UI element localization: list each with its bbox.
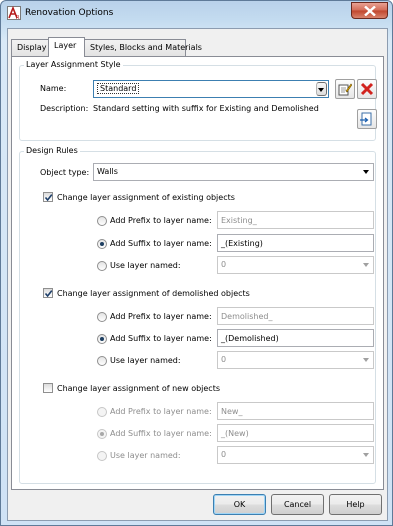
existing-suffix-label[interactable]: Add Suffix to layer name: <box>110 239 212 248</box>
new-prefix-label[interactable]: Add Prefix to layer name: <box>110 407 212 416</box>
new-suffix-value: _(New) <box>221 429 249 438</box>
demolished-objects-checkbox-label[interactable]: Change layer assignment of demolished ob… <box>57 289 250 298</box>
demolished-suffix-input[interactable]: _(Demolished) <box>217 329 374 347</box>
demolished-use-layer-label[interactable]: Use layer named: <box>110 356 181 365</box>
description-label: Description: <box>40 104 89 113</box>
tab-layer[interactable]: Layer <box>48 37 85 57</box>
new-objects-checkbox-label[interactable]: Change layer assignment of new objects <box>57 384 220 393</box>
design-rules-legend: Design Rules <box>24 146 80 155</box>
ok-button[interactable]: OK <box>213 494 266 515</box>
check-icon <box>44 194 53 202</box>
close-icon <box>364 6 376 16</box>
layer-tab-panel: Layer Assignment Style Name: Standard De… <box>11 56 384 490</box>
new-objects-checkbox[interactable] <box>43 383 53 393</box>
new-use-layer-label[interactable]: Use layer named: <box>110 451 181 460</box>
layer-assignment-style-legend: Layer Assignment Style <box>24 60 123 69</box>
check-icon <box>44 290 53 298</box>
name-label: Name: <box>40 84 67 93</box>
edit-style-button[interactable] <box>335 79 355 99</box>
chevron-down-icon <box>363 453 369 457</box>
title-bar[interactable]: R Renovation Options <box>1 1 392 27</box>
tab-display[interactable]: Display <box>11 39 49 56</box>
demolished-suffix-value: _(Demolished) <box>221 334 279 343</box>
tab-styles-blocks-materials[interactable]: Styles, Blocks and Materials <box>84 39 202 56</box>
existing-suffix-input[interactable]: _(Existing) <box>217 234 374 252</box>
existing-prefix-input[interactable]: Existing_ <box>217 211 374 229</box>
chevron-down-icon <box>316 82 327 96</box>
existing-use-layer-dropdown[interactable]: 0 <box>217 256 374 274</box>
dialog-window: R Renovation Options Display Layer Style… <box>0 0 393 526</box>
existing-objects-checkbox[interactable] <box>43 192 53 202</box>
delete-style-button[interactable] <box>357 79 377 99</box>
description-value: Standard setting with suffix for Existin… <box>93 104 319 113</box>
design-rules-group: Design Rules Object type: Walls Change l… <box>19 146 376 484</box>
existing-prefix-label[interactable]: Add Prefix to layer name: <box>110 216 212 225</box>
close-button[interactable] <box>351 2 388 19</box>
window-title: Renovation Options <box>25 8 114 18</box>
dialog-client-area: Display Layer Styles, Blocks and Materia… <box>7 28 388 521</box>
demolished-prefix-radio[interactable] <box>97 312 107 322</box>
existing-use-layer-label[interactable]: Use layer named: <box>110 261 181 270</box>
existing-suffix-radio[interactable] <box>97 239 107 249</box>
new-prefix-value: New_ <box>221 407 243 416</box>
object-type-label: Object type: <box>40 168 90 177</box>
new-prefix-input[interactable]: New_ <box>217 402 374 420</box>
demolished-suffix-label[interactable]: Add Suffix to layer name: <box>110 334 212 343</box>
edit-style-icon <box>338 83 352 96</box>
existing-prefix-radio[interactable] <box>97 216 107 226</box>
existing-prefix-value: Existing_ <box>221 216 257 225</box>
help-button[interactable]: Help <box>329 494 382 515</box>
demolished-suffix-radio[interactable] <box>97 334 107 344</box>
new-use-layer-dropdown[interactable]: 0 <box>217 446 374 464</box>
delete-style-icon <box>360 82 374 96</box>
new-suffix-input[interactable]: _(New) <box>217 424 374 442</box>
cancel-button[interactable]: Cancel <box>271 494 324 515</box>
import-style-button[interactable] <box>357 109 377 129</box>
existing-suffix-value: _(Existing) <box>221 239 263 248</box>
object-type-value: Walls <box>97 167 118 176</box>
layer-assignment-style-group: Layer Assignment Style Name: Standard De… <box>19 60 377 141</box>
svg-text:R: R <box>16 15 20 20</box>
new-suffix-radio[interactable] <box>97 429 107 439</box>
import-style-icon <box>360 112 372 126</box>
autocad-app-icon: R <box>7 5 21 21</box>
new-use-layer-value: 0 <box>221 450 227 459</box>
style-name-value: Standard <box>97 83 140 94</box>
chevron-down-icon <box>363 170 369 174</box>
existing-use-layer-radio[interactable] <box>97 261 107 271</box>
demolished-prefix-input[interactable]: Demolished_ <box>217 307 374 325</box>
new-use-layer-radio[interactable] <box>97 451 107 461</box>
new-prefix-radio[interactable] <box>97 407 107 417</box>
existing-objects-checkbox-label[interactable]: Change layer assignment of existing obje… <box>57 193 235 202</box>
chevron-down-icon <box>363 358 369 362</box>
demolished-use-layer-value: 0 <box>221 355 227 364</box>
demolished-prefix-value: Demolished_ <box>221 312 273 321</box>
demolished-objects-checkbox[interactable] <box>43 288 53 298</box>
new-suffix-label[interactable]: Add Suffix to layer name: <box>110 429 212 438</box>
chevron-down-icon <box>363 263 369 267</box>
demolished-use-layer-dropdown[interactable]: 0 <box>217 351 374 369</box>
demolished-prefix-label[interactable]: Add Prefix to layer name: <box>110 312 212 321</box>
style-name-dropdown[interactable]: Standard <box>93 80 329 98</box>
existing-use-layer-value: 0 <box>221 260 227 269</box>
object-type-dropdown[interactable]: Walls <box>93 163 374 181</box>
demolished-use-layer-radio[interactable] <box>97 356 107 366</box>
